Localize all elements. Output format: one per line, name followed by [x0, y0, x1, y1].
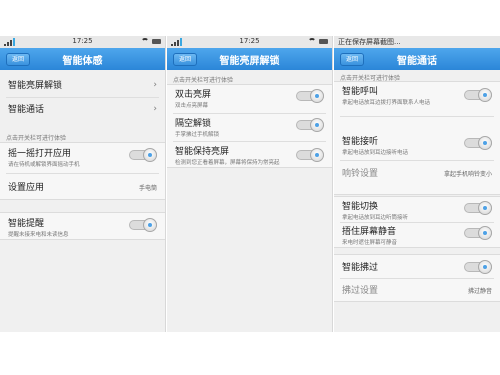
- wifi-icon: [308, 38, 316, 44]
- title-bar: 返回 智能亮屏解锁: [167, 48, 332, 70]
- smart-dial-toggle[interactable]: [464, 88, 492, 102]
- smart-swipe-toggle[interactable]: [464, 260, 492, 274]
- title-bar: 返回 智能通话: [334, 48, 500, 70]
- setting-value: 手电筒: [138, 185, 157, 192]
- battery-icon: [319, 38, 328, 44]
- setting-smart-answer[interactable]: 智能接听 拿起电话放到耳边接听电话: [334, 134, 500, 158]
- setting-description: 来电时遮住屏幕可静音: [342, 240, 398, 246]
- setting-smart-swipe[interactable]: 智能拂过: [334, 260, 500, 276]
- setting-label: 智能保持亮屏: [175, 147, 230, 157]
- cover-mute-toggle[interactable]: [464, 226, 492, 240]
- divider: [340, 116, 494, 117]
- setting-ring[interactable]: 响铃设置 拿起手机响铃变小: [334, 166, 500, 184]
- setting-description: 拿起电话放到耳边接听电话: [342, 150, 409, 156]
- section-hint: 点击开关栏可进行体验: [173, 77, 234, 84]
- setting-smart-dial[interactable]: 智能呼叫 拿起电话放耳边拨打界面联系人电话: [334, 84, 500, 110]
- chevron-right-icon: ›: [153, 80, 157, 90]
- setting-description: 手掌拂过手机解锁: [175, 132, 220, 138]
- title-bar: 返回 智能体感: [0, 48, 165, 70]
- smart-stay-toggle[interactable]: [296, 148, 324, 162]
- setting-smart-switch[interactable]: 智能切换 拿起电话放到耳边听筒接听: [334, 199, 500, 221]
- page-title: 智能体感: [62, 56, 103, 67]
- status-bar: 17:25: [0, 36, 165, 48]
- menu-item-smart-call[interactable]: 智能通话 ›: [0, 102, 165, 120]
- battery-icon: [152, 38, 161, 44]
- setting-description: 双击点亮屏幕: [175, 103, 209, 109]
- setting-swipe-config[interactable]: 拂过设置 拂过静音: [334, 283, 500, 299]
- setting-value: 拿起手机响铃变小: [443, 171, 492, 178]
- setting-description: 请在待机或解锁界面摇动手机: [8, 162, 80, 168]
- section-hint: 点击开关栏可进行体验: [6, 135, 67, 142]
- divider: [340, 222, 494, 223]
- divider: [6, 97, 159, 98]
- divider: [340, 160, 494, 161]
- setting-shake-open-app[interactable]: 摇一摇打开应用 请在待机或解锁界面摇动手机: [0, 146, 165, 170]
- setting-cover-mute[interactable]: 捂住屏幕静音 来电时遮住屏幕可静音: [334, 224, 500, 246]
- divider: [340, 278, 494, 279]
- smart-answer-toggle[interactable]: [464, 136, 492, 150]
- divider: [173, 141, 326, 142]
- wifi-icon: [141, 38, 149, 44]
- screenshot-stage: 17:25 返回 智能体感 智能亮屏解锁 › 智能通话 › 点击开关栏可进行体验…: [0, 0, 500, 375]
- smart-switch-toggle[interactable]: [464, 201, 492, 215]
- shake-toggle[interactable]: [129, 148, 157, 162]
- air-unlock-toggle[interactable]: [296, 118, 324, 132]
- menu-item-label: 智能亮屏解锁: [8, 81, 63, 91]
- chevron-right-icon: ›: [153, 104, 157, 114]
- screen-smart-motion: 17:25 返回 智能体感 智能亮屏解锁 › 智能通话 › 点击开关栏可进行体验…: [0, 36, 166, 332]
- setting-smart-remind[interactable]: 智能提醒 提醒未接来电和未读信息: [0, 216, 165, 238]
- setting-air-unlock[interactable]: 隔空解锁 手掌拂过手机解锁: [167, 116, 332, 140]
- menu-item-smart-unlock[interactable]: 智能亮屏解锁 ›: [0, 78, 165, 96]
- status-bar: 17:25: [167, 36, 332, 48]
- setting-description: 检测到您正看着屏幕，屏幕将保持为常亮起: [175, 160, 280, 166]
- page-title: 智能亮屏解锁: [219, 56, 280, 67]
- setting-description: 拿起电话放到耳边听筒接听: [342, 215, 409, 221]
- setting-description: 提醒未接来电和未读信息: [8, 232, 69, 238]
- divider: [6, 173, 159, 174]
- setting-double-tap[interactable]: 双击亮屏 双击点亮屏幕: [167, 87, 332, 111]
- status-bar: 正在保存屏幕截图...: [334, 36, 500, 48]
- setting-value: 拂过静音: [467, 288, 492, 295]
- screen-smart-call: 正在保存屏幕截图... 返回 智能通话 点击开关栏可进行体验 智能呼叫 拿起电话…: [334, 36, 500, 332]
- setting-label: 智能呼叫: [342, 87, 379, 97]
- menu-item-label: 智能通话: [8, 105, 45, 115]
- setting-description: 拿起电话放耳边拨打界面联系人电话: [342, 100, 431, 106]
- screenshot-status: 正在保存屏幕截图...: [338, 38, 401, 46]
- page-title: 智能通话: [397, 56, 437, 67]
- setting-smart-stay[interactable]: 智能保持亮屏 检测到您正看着屏幕，屏幕将保持为常亮起: [167, 144, 332, 168]
- setting-set-app[interactable]: 设置应用 手电筒: [0, 180, 165, 196]
- divider: [173, 113, 326, 114]
- remind-toggle[interactable]: [129, 218, 157, 232]
- screen-smart-unlock: 17:25 返回 智能亮屏解锁 点击开关栏可进行体验 双击亮屏 双击点亮屏幕 隔…: [167, 36, 333, 332]
- double-tap-toggle[interactable]: [296, 89, 324, 103]
